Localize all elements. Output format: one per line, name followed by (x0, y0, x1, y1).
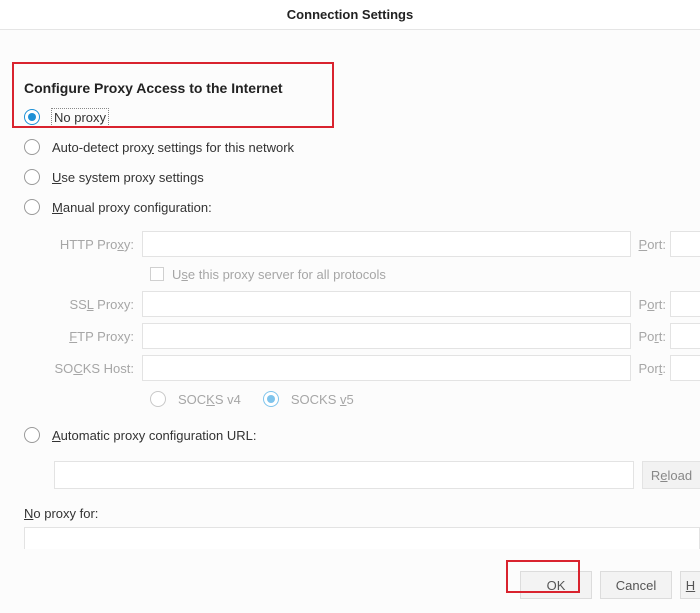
ssl-proxy-label: SSL Proxy: (54, 297, 142, 312)
dialog-buttons: OK Cancel H (520, 571, 700, 599)
ftp-proxy-label: FTP Proxy: (54, 329, 142, 344)
radio-icon (24, 169, 40, 185)
radio-icon (24, 109, 40, 125)
dialog-body: Configure Proxy Access to the Internet N… (0, 30, 700, 549)
ssl-proxy-input[interactable] (142, 291, 631, 317)
no-proxy-for-textarea[interactable] (24, 527, 700, 549)
http-port-label: Port: (631, 237, 670, 252)
dialog-title: Connection Settings (0, 0, 700, 30)
ftp-proxy-input[interactable] (142, 323, 631, 349)
radio-row-system[interactable]: Use system proxy settings (24, 162, 700, 192)
radio-icon[interactable] (150, 391, 166, 407)
reload-button[interactable]: Reload (642, 461, 700, 489)
radio-row-pac[interactable]: Automatic proxy configuration URL: (24, 420, 700, 450)
http-proxy-label: HTTP Proxy: (54, 237, 142, 252)
socks-host-label: SOCKS Host: (54, 361, 142, 376)
ok-button[interactable]: OK (520, 571, 592, 599)
socks-host-row: SOCKS Host: Port: (54, 352, 700, 384)
radio-label-auto-detect: Auto-detect proxy settings for this netw… (52, 140, 294, 155)
http-port-input[interactable] (670, 231, 700, 257)
ftp-proxy-row: FTP Proxy: Port: (54, 320, 700, 352)
radio-row-manual[interactable]: Manual proxy configuration: (24, 192, 700, 222)
ftp-port-input[interactable] (670, 323, 700, 349)
http-proxy-row: HTTP Proxy: Port: (54, 228, 700, 260)
socks-port-input[interactable] (670, 355, 700, 381)
shared-proxy-label: Use this proxy server for all protocols (172, 267, 386, 282)
socks-host-input[interactable] (142, 355, 631, 381)
radio-label-pac: Automatic proxy configuration URL: (52, 428, 256, 443)
radio-icon (24, 427, 40, 443)
help-button[interactable]: H (680, 571, 700, 599)
radio-label-system: Use system proxy settings (52, 170, 204, 185)
section-heading: Configure Proxy Access to the Internet (24, 80, 700, 96)
radio-label-no-proxy: No proxy (52, 109, 108, 126)
socks4-label: SOCKS v4 (178, 392, 241, 407)
ftp-port-label: Port: (631, 329, 670, 344)
ssl-port-label: Port: (631, 297, 670, 312)
pac-url-input[interactable] (54, 461, 634, 489)
no-proxy-for-label: No proxy for: (24, 506, 700, 521)
socks5-label: SOCKS v5 (291, 392, 354, 407)
pac-input-row: Reload (54, 460, 700, 490)
radio-icon[interactable] (263, 391, 279, 407)
help-label: H (686, 578, 695, 593)
radio-label-manual: Manual proxy configuration: (52, 200, 212, 215)
cancel-button[interactable]: Cancel (600, 571, 672, 599)
no-proxy-for-block: No proxy for: (24, 506, 700, 549)
http-proxy-input[interactable] (142, 231, 631, 257)
text: No proxy (54, 110, 106, 125)
socks-port-label: Port: (631, 361, 670, 376)
radio-icon (24, 199, 40, 215)
radio-row-auto-detect[interactable]: Auto-detect proxy settings for this netw… (24, 132, 700, 162)
ssl-proxy-row: SSL Proxy: Port: (54, 288, 700, 320)
checkbox-icon (150, 267, 164, 281)
shared-proxy-row[interactable]: Use this proxy server for all protocols (150, 260, 700, 288)
socks-version-row: SOCKS v4 SOCKS v5 (150, 384, 700, 414)
radio-icon (24, 139, 40, 155)
manual-proxy-grid: HTTP Proxy: Port: Use this proxy server … (54, 228, 700, 414)
radio-row-no-proxy[interactable]: No proxy (24, 102, 700, 132)
connection-settings-dialog: Connection Settings Configure Proxy Acce… (0, 0, 700, 613)
ssl-port-input[interactable] (670, 291, 700, 317)
